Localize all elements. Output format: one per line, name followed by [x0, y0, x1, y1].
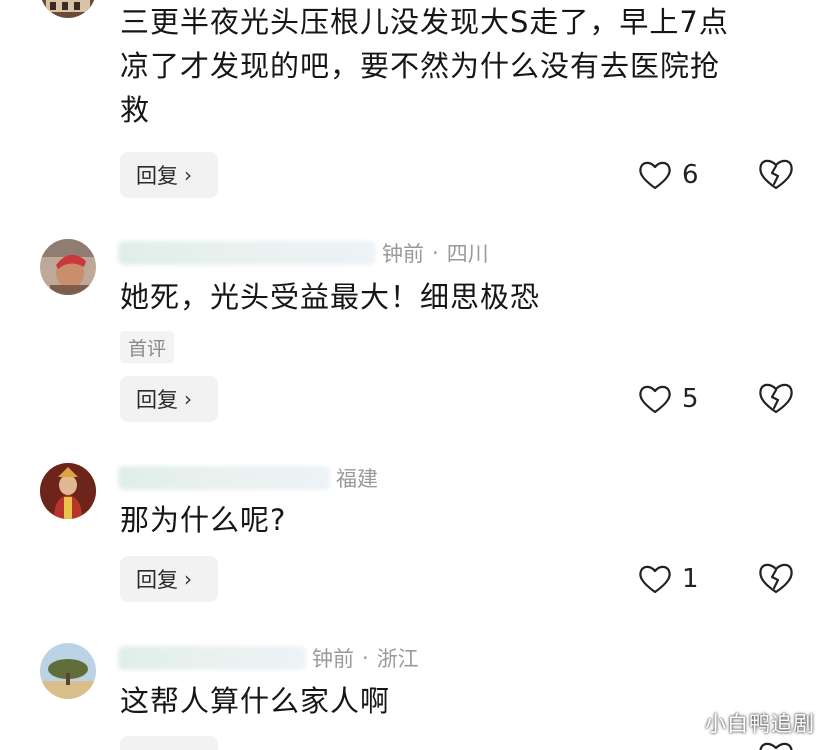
reply-label: 回复 — [136, 388, 178, 412]
comment-meta: 钟前 · 四川 — [118, 238, 489, 268]
heart-icon — [639, 161, 671, 190]
first-comment-badge: 首评 — [120, 331, 175, 363]
broken-heart-icon — [759, 159, 793, 190]
comment-time: 钟前 — [312, 647, 354, 671]
broken-heart-icon — [759, 383, 793, 414]
comment-text: 三更半夜光头压根儿没发现大S走了，早上7点 凉了才发现的吧，要不然为什么没有去医… — [120, 0, 800, 132]
chevron-right-icon: › — [184, 163, 192, 187]
user-avatar[interactable] — [40, 463, 96, 519]
comment-text-line: 三更半夜光头压根儿没发现大S走了，早上7点 — [120, 5, 729, 39]
user-avatar[interactable] — [40, 643, 96, 699]
user-avatar-icon — [40, 463, 96, 519]
user-avatar-icon — [40, 643, 96, 699]
reply-button[interactable]: 回复 › — [120, 376, 218, 422]
watermark-text: 小白鸭追剧 — [705, 712, 815, 736]
dislike-button[interactable] — [757, 157, 795, 193]
broken-heart-icon — [759, 742, 793, 750]
like-count: 1 — [682, 564, 699, 594]
comment-text: 她死，光头受益最大！细思极恐 — [120, 275, 800, 319]
like-button[interactable]: 1 — [638, 559, 699, 599]
user-avatar[interactable] — [40, 239, 96, 295]
like-count: 6 — [682, 160, 699, 190]
comment-text-line: 这帮人算什么家人啊 — [120, 684, 391, 718]
like-count: 5 — [682, 384, 699, 414]
dislike-button[interactable] — [757, 561, 795, 597]
comment-text-line: 救 — [120, 93, 151, 127]
reply-button[interactable]: 回复 › — [120, 556, 218, 602]
meta-separator: · — [362, 646, 369, 670]
like-button[interactable]: 6 — [638, 155, 699, 195]
dislike-button[interactable] — [757, 740, 795, 750]
comment-location: 浙江 — [376, 647, 419, 671]
user-avatar-icon — [40, 239, 96, 295]
user-avatar-icon — [40, 0, 96, 18]
heart-icon — [639, 385, 671, 414]
dislike-button[interactable] — [757, 381, 795, 417]
comment-text: 那为什么呢? — [120, 498, 800, 542]
meta-separator: · — [432, 241, 439, 265]
reply-button[interactable]: 回复 › — [120, 152, 218, 198]
comment-meta: 钟前 · 浙江 — [118, 643, 419, 673]
chevron-right-icon: › — [184, 387, 192, 411]
username-blurred — [118, 241, 376, 265]
comment-text: 这帮人算什么家人啊 — [120, 679, 800, 723]
like-button[interactable]: 5 — [638, 379, 699, 419]
comment-time: 钟前 — [382, 242, 424, 266]
username-blurred — [118, 646, 306, 670]
reply-label: 回复 — [136, 568, 178, 592]
reply-button[interactable] — [120, 736, 218, 750]
comment-text-line: 那为什么呢? — [120, 503, 287, 537]
heart-icon — [639, 565, 671, 594]
broken-heart-icon — [759, 563, 793, 594]
comment-text-line: 凉了才发现的吧，要不然为什么没有去医院抢 — [120, 49, 721, 83]
comment-text-line: 她死，光头受益最大！细思极恐 — [120, 280, 541, 314]
comment-location: 四川 — [446, 242, 489, 266]
username-blurred — [118, 466, 330, 490]
comment-meta: 福建 — [118, 463, 378, 493]
chevron-right-icon: › — [184, 567, 192, 591]
comment-location: 福建 — [336, 467, 378, 491]
user-avatar[interactable] — [40, 0, 96, 18]
reply-label: 回复 — [136, 164, 178, 188]
